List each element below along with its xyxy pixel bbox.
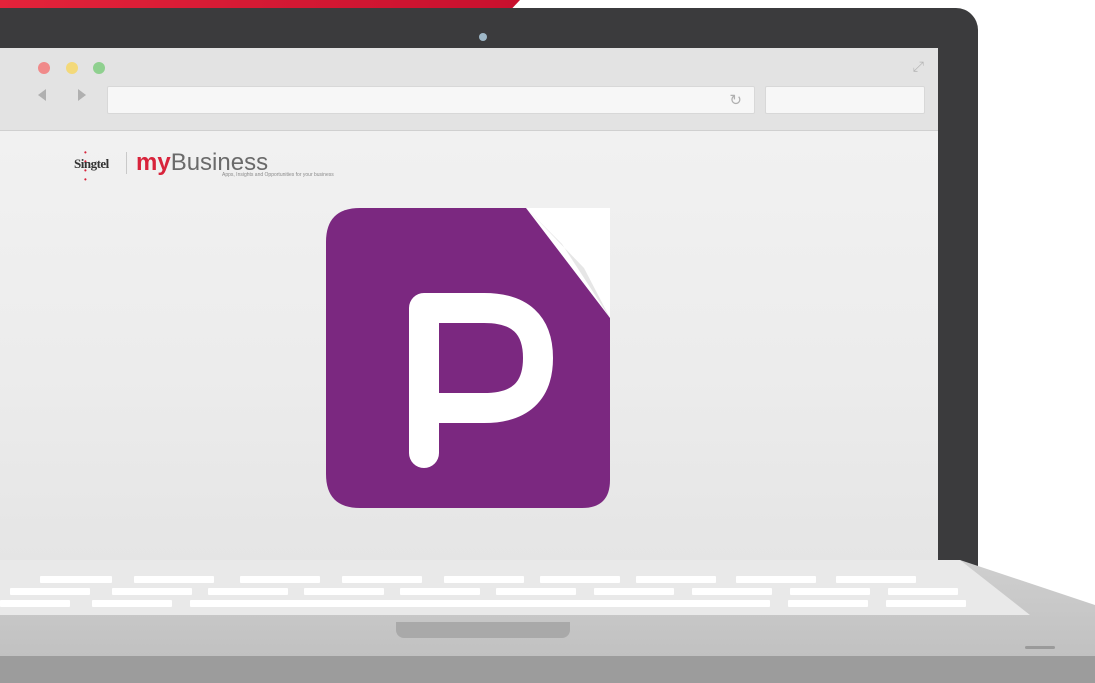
key — [788, 600, 868, 607]
singtel-logo[interactable]: Singtel — [74, 156, 109, 172]
key — [790, 588, 870, 595]
key — [886, 600, 966, 607]
zoom-window-button[interactable] — [93, 62, 105, 74]
key — [736, 576, 816, 583]
key — [594, 588, 674, 595]
address-bar[interactable]: ↻ — [107, 86, 755, 114]
key — [112, 588, 192, 595]
mybusiness-tagline: Apps, Insights and Opportunities for you… — [222, 172, 334, 178]
browser-chrome: ⤢ ↻ — [0, 48, 938, 131]
key — [342, 576, 422, 583]
power-indicator — [1025, 646, 1055, 649]
forward-button[interactable] — [76, 88, 88, 107]
key — [208, 588, 288, 595]
key — [304, 588, 384, 595]
key — [134, 576, 214, 583]
laptop-base-front — [0, 656, 1095, 683]
logo-divider — [126, 152, 127, 174]
chevron-right-icon — [78, 89, 86, 101]
reload-icon[interactable]: ↻ — [729, 91, 742, 109]
spacebar-key — [190, 600, 770, 607]
key — [888, 588, 958, 595]
key — [10, 588, 90, 595]
key — [240, 576, 320, 583]
trackpad-notch — [396, 622, 570, 638]
search-bar[interactable] — [765, 86, 925, 114]
close-window-button[interactable] — [38, 62, 50, 74]
laptop-lid: ⤢ ↻ • • • • Singtel myBusiness Apps, Ins… — [0, 8, 978, 593]
mybusiness-logo-my: my — [136, 149, 171, 176]
key — [40, 576, 112, 583]
key — [444, 576, 524, 583]
key — [836, 576, 916, 583]
key — [692, 588, 772, 595]
keyboard — [0, 560, 1030, 615]
key — [636, 576, 716, 583]
key — [496, 588, 576, 595]
minimize-window-button[interactable] — [66, 62, 78, 74]
webcam — [479, 33, 487, 41]
key — [400, 588, 480, 595]
key — [0, 600, 70, 607]
key — [540, 576, 620, 583]
app-logo-icon — [326, 208, 610, 508]
chevron-left-icon — [38, 89, 46, 101]
expand-icon[interactable]: ⤢ — [913, 58, 924, 75]
back-button[interactable] — [36, 88, 48, 107]
laptop-screen: ⤢ ↻ • • • • Singtel myBusiness Apps, Ins… — [0, 48, 938, 588]
key — [92, 600, 172, 607]
